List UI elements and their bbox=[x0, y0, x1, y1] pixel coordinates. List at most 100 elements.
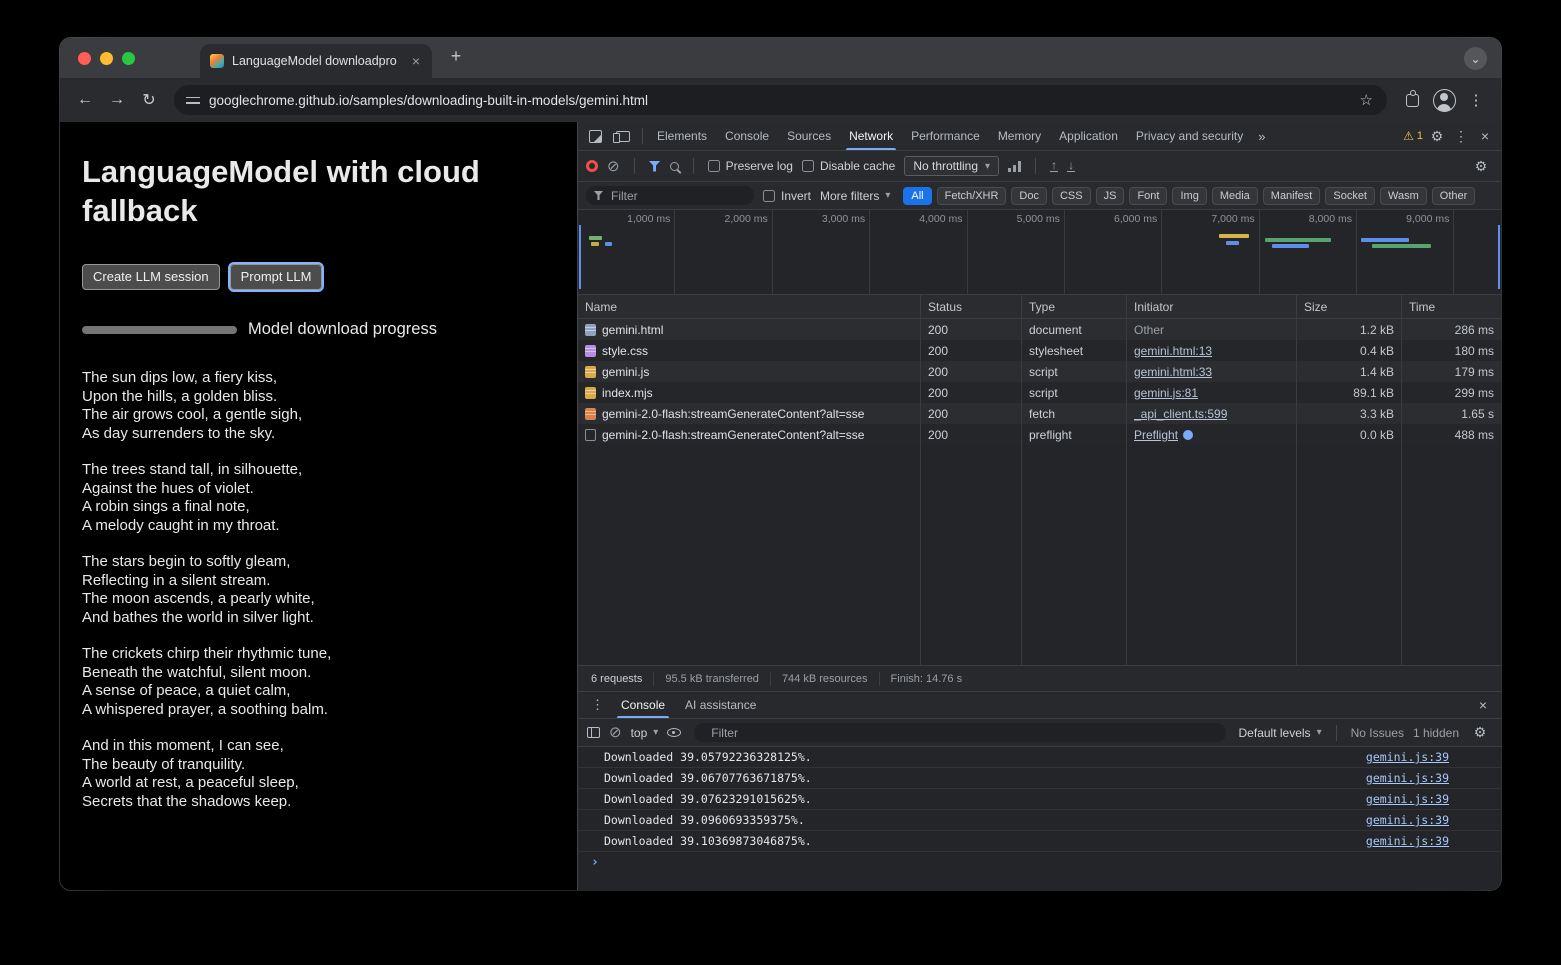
console-sidebar-icon[interactable] bbox=[587, 727, 600, 738]
record-network-log-icon[interactable] bbox=[586, 160, 598, 172]
network-toolbar: ⊘ Preserve log Disable cache No throttli… bbox=[578, 151, 1501, 182]
chip-img[interactable]: Img bbox=[1172, 187, 1206, 205]
source-link[interactable]: gemini.js:39 bbox=[1366, 834, 1449, 848]
bookmark-star-icon[interactable]: ☆ bbox=[1350, 91, 1383, 109]
drawer-menu-icon[interactable]: ⋮ bbox=[584, 697, 611, 713]
zoom-window-button[interactable] bbox=[122, 52, 135, 65]
browser-menu-icon[interactable]: ⋮ bbox=[1461, 85, 1491, 115]
initiator-link[interactable]: _api_client.ts:599 bbox=[1134, 407, 1227, 421]
source-link[interactable]: gemini.js:39 bbox=[1366, 792, 1449, 806]
timeline-selection-end[interactable] bbox=[1498, 225, 1500, 289]
tab-console-drawer[interactable]: Console bbox=[611, 692, 675, 718]
hidden-messages-count[interactable]: 1 hidden bbox=[1413, 726, 1459, 740]
chip-fetch-xhr[interactable]: Fetch/XHR bbox=[937, 187, 1007, 205]
back-button[interactable]: ← bbox=[70, 85, 100, 115]
site-info-icon[interactable] bbox=[186, 94, 200, 107]
network-filter-input[interactable] bbox=[609, 188, 746, 204]
disable-cache-checkbox[interactable]: Disable cache bbox=[802, 159, 895, 173]
initiator-link[interactable]: gemini.html:13 bbox=[1134, 344, 1212, 358]
clear-network-log-icon[interactable]: ⊘ bbox=[607, 159, 620, 174]
source-link[interactable]: gemini.js:39 bbox=[1366, 771, 1449, 785]
initiator-link[interactable]: Preflight bbox=[1134, 428, 1178, 442]
chip-css[interactable]: CSS bbox=[1052, 187, 1091, 205]
close-window-button[interactable] bbox=[78, 52, 91, 65]
network-conditions-icon[interactable] bbox=[1008, 161, 1021, 172]
column-header-initiator[interactable]: Initiator bbox=[1127, 295, 1297, 318]
forward-button[interactable]: → bbox=[102, 85, 132, 115]
network-request-row[interactable]: gemini-2.0-flash:streamGenerateContent?a… bbox=[578, 403, 1501, 424]
column-header-time[interactable]: Time bbox=[1402, 295, 1501, 318]
import-har-icon[interactable]: ↑ bbox=[1050, 160, 1058, 172]
chip-manifest[interactable]: Manifest bbox=[1263, 187, 1321, 205]
chip-other[interactable]: Other bbox=[1432, 187, 1476, 205]
profile-avatar[interactable] bbox=[1429, 85, 1459, 115]
export-har-icon[interactable]: ↓ bbox=[1067, 160, 1075, 172]
network-request-row[interactable]: gemini-2.0-flash:streamGenerateContent?a… bbox=[578, 424, 1501, 445]
column-header-name[interactable]: Name bbox=[578, 295, 921, 318]
timeline-selection-start[interactable] bbox=[579, 225, 581, 289]
tab-close-icon[interactable]: × bbox=[410, 53, 422, 69]
chip-font[interactable]: Font bbox=[1129, 187, 1167, 205]
tab-privacy-security[interactable]: Privacy and security bbox=[1127, 122, 1252, 150]
source-link[interactable]: gemini.js:39 bbox=[1366, 813, 1449, 827]
minimize-window-button[interactable] bbox=[100, 52, 113, 65]
more-panels-chevron[interactable]: » bbox=[1252, 129, 1271, 144]
issues-status[interactable]: No Issues bbox=[1351, 726, 1404, 740]
chip-media[interactable]: Media bbox=[1212, 187, 1258, 205]
network-request-row[interactable]: gemini.js 200 script gemini.html:33 1.4 … bbox=[578, 361, 1501, 382]
live-expression-icon[interactable] bbox=[667, 728, 681, 737]
devtools-settings-icon[interactable]: ⚙ bbox=[1425, 125, 1449, 147]
network-request-row[interactable]: index.mjs 200 script gemini.js:81 89.1 k… bbox=[578, 382, 1501, 403]
tab-elements[interactable]: Elements bbox=[648, 122, 716, 150]
tab-application[interactable]: Application bbox=[1050, 122, 1127, 150]
chip-wasm[interactable]: Wasm bbox=[1380, 187, 1427, 205]
devtools-close-icon[interactable]: × bbox=[1473, 125, 1497, 147]
drawer-close-icon[interactable]: × bbox=[1471, 694, 1495, 716]
network-overview-timeline[interactable]: 1,000 ms 2,000 ms 3,000 ms 4,000 ms 5,00… bbox=[578, 210, 1501, 295]
reload-button[interactable]: ↻ bbox=[134, 85, 164, 115]
chip-socket[interactable]: Socket bbox=[1325, 187, 1375, 205]
search-icon[interactable] bbox=[670, 162, 679, 171]
console-settings-icon[interactable]: ⚙ bbox=[1468, 722, 1492, 744]
preflight-info-icon[interactable] bbox=[1183, 430, 1193, 440]
tab-console[interactable]: Console bbox=[716, 122, 778, 150]
column-header-size[interactable]: Size bbox=[1297, 295, 1402, 318]
initiator-link[interactable]: gemini.html:33 bbox=[1134, 365, 1212, 379]
browser-tab[interactable]: LanguageModel downloadpro × bbox=[200, 44, 432, 78]
chip-doc[interactable]: Doc bbox=[1011, 187, 1047, 205]
inspect-element-icon[interactable] bbox=[589, 130, 602, 143]
source-link[interactable]: gemini.js:39 bbox=[1366, 750, 1449, 764]
new-tab-button[interactable]: + bbox=[444, 46, 468, 67]
clear-console-icon[interactable]: ⊘ bbox=[609, 725, 622, 740]
tab-performance[interactable]: Performance bbox=[902, 122, 989, 150]
network-request-row[interactable]: style.css 200 stylesheet gemini.html:13 … bbox=[578, 340, 1501, 361]
device-toolbar-icon[interactable] bbox=[616, 131, 630, 142]
chip-js[interactable]: JS bbox=[1096, 187, 1125, 205]
create-llm-session-button[interactable]: Create LLM session bbox=[82, 264, 220, 290]
network-settings-icon[interactable]: ⚙ bbox=[1469, 155, 1493, 177]
invert-checkbox[interactable]: Invert bbox=[763, 189, 811, 203]
network-request-row[interactable]: gemini.html 200 document Other 1.2 kB 28… bbox=[578, 319, 1501, 340]
tab-ai-assistance[interactable]: AI assistance bbox=[675, 692, 766, 718]
tab-network[interactable]: Network bbox=[840, 122, 902, 150]
console-filter-input[interactable] bbox=[709, 725, 1216, 741]
tab-sources[interactable]: Sources bbox=[778, 122, 840, 150]
column-header-status[interactable]: Status bbox=[921, 295, 1022, 318]
log-levels-select[interactable]: Default levels ▾ bbox=[1239, 726, 1322, 740]
chip-all[interactable]: All bbox=[903, 187, 931, 205]
more-filters-dropdown[interactable]: More filters ▾ bbox=[820, 189, 890, 203]
issues-warning-badge[interactable]: ⚠ 1 bbox=[1403, 129, 1423, 143]
extensions-icon[interactable] bbox=[1397, 85, 1427, 115]
prompt-llm-button[interactable]: Prompt LLM bbox=[230, 264, 323, 290]
initiator-link[interactable]: gemini.js:81 bbox=[1134, 386, 1198, 400]
devtools-menu-icon[interactable]: ⋮ bbox=[1449, 125, 1473, 147]
preserve-log-checkbox[interactable]: Preserve log bbox=[708, 159, 793, 173]
url-bar[interactable]: googlechrome.github.io/samples/downloadi… bbox=[174, 85, 1387, 115]
filter-icon[interactable] bbox=[649, 161, 661, 172]
tab-memory[interactable]: Memory bbox=[989, 122, 1050, 150]
console-prompt[interactable]: › bbox=[578, 852, 1501, 873]
throttling-select[interactable]: No throttling ▾ bbox=[904, 156, 999, 176]
column-header-type[interactable]: Type bbox=[1022, 295, 1127, 318]
window-chevron-icon[interactable]: ⌄ bbox=[1464, 47, 1487, 70]
context-select[interactable]: top ▾ bbox=[631, 726, 659, 740]
